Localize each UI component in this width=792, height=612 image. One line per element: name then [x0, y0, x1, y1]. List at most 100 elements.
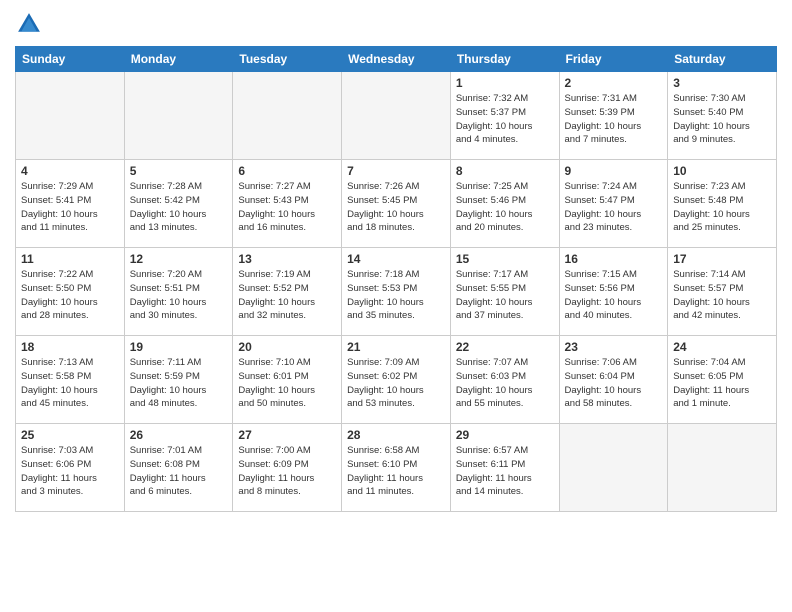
day-number: 5: [130, 164, 228, 178]
day-info: Sunrise: 7:07 AM Sunset: 6:03 PM Dayligh…: [456, 356, 554, 411]
day-info: Sunrise: 7:09 AM Sunset: 6:02 PM Dayligh…: [347, 356, 445, 411]
day-header-sunday: Sunday: [16, 47, 125, 72]
week-row-3: 11 Sunrise: 7:22 AM Sunset: 5:50 PM Dayli…: [16, 248, 777, 336]
day-cell: 17 Sunrise: 7:14 AM Sunset: 5:57 PM Dayli…: [668, 248, 777, 336]
day-info: Sunrise: 7:20 AM Sunset: 5:51 PM Dayligh…: [130, 268, 228, 323]
day-header-thursday: Thursday: [450, 47, 559, 72]
day-cell: 20 Sunrise: 7:10 AM Sunset: 6:01 PM Dayli…: [233, 336, 342, 424]
day-number: 21: [347, 340, 445, 354]
week-row-2: 4 Sunrise: 7:29 AM Sunset: 5:41 PM Daylig…: [16, 160, 777, 248]
day-info: Sunrise: 7:23 AM Sunset: 5:48 PM Dayligh…: [673, 180, 771, 235]
day-info: Sunrise: 7:17 AM Sunset: 5:55 PM Dayligh…: [456, 268, 554, 323]
day-cell: [559, 424, 668, 512]
day-info: Sunrise: 6:57 AM Sunset: 6:11 PM Dayligh…: [456, 444, 554, 499]
day-cell: 19Sunrise: 7:11 AM Sunset: 5:59 PM Dayli…: [124, 336, 233, 424]
day-cell: 13 Sunrise: 7:19 AM Sunset: 5:52 PM Dayli…: [233, 248, 342, 336]
day-header-monday: Monday: [124, 47, 233, 72]
day-cell: 4 Sunrise: 7:29 AM Sunset: 5:41 PM Daylig…: [16, 160, 125, 248]
calendar-page: SundayMondayTuesdayWednesdayThursdayFrid…: [0, 0, 792, 612]
day-cell: 8 Sunrise: 7:25 AM Sunset: 5:46 PM Daylig…: [450, 160, 559, 248]
day-info: Sunrise: 6:58 AM Sunset: 6:10 PM Dayligh…: [347, 444, 445, 499]
day-number: 16: [565, 252, 663, 266]
day-cell: 16 Sunrise: 7:15 AM Sunset: 5:56 PM Dayli…: [559, 248, 668, 336]
day-cell: 18 Sunrise: 7:13 AM Sunset: 5:58 PM Dayli…: [16, 336, 125, 424]
day-cell: [668, 424, 777, 512]
day-number: 11: [21, 252, 119, 266]
day-info: Sunrise: 7:04 AM Sunset: 6:05 PM Dayligh…: [673, 356, 771, 411]
header-row: SundayMondayTuesdayWednesdayThursdayFrid…: [16, 47, 777, 72]
day-cell: 10 Sunrise: 7:23 AM Sunset: 5:48 PM Dayli…: [668, 160, 777, 248]
day-info: Sunrise: 7:26 AM Sunset: 5:45 PM Dayligh…: [347, 180, 445, 235]
day-number: 23: [565, 340, 663, 354]
day-cell: 22 Sunrise: 7:07 AM Sunset: 6:03 PM Dayli…: [450, 336, 559, 424]
day-cell: [233, 72, 342, 160]
week-row-1: 1Sunrise: 7:32 AM Sunset: 5:37 PM Daylig…: [16, 72, 777, 160]
day-info: Sunrise: 7:22 AM Sunset: 5:50 PM Dayligh…: [21, 268, 119, 323]
week-row-4: 18 Sunrise: 7:13 AM Sunset: 5:58 PM Dayli…: [16, 336, 777, 424]
day-cell: 11 Sunrise: 7:22 AM Sunset: 5:50 PM Dayli…: [16, 248, 125, 336]
day-cell: [124, 72, 233, 160]
day-cell: 25Sunrise: 7:03 AM Sunset: 6:06 PM Dayli…: [16, 424, 125, 512]
day-info: Sunrise: 7:25 AM Sunset: 5:46 PM Dayligh…: [456, 180, 554, 235]
day-number: 24: [673, 340, 771, 354]
day-number: 27: [238, 428, 336, 442]
day-number: 12: [130, 252, 228, 266]
day-info: Sunrise: 7:27 AM Sunset: 5:43 PM Dayligh…: [238, 180, 336, 235]
day-cell: 1Sunrise: 7:32 AM Sunset: 5:37 PM Daylig…: [450, 72, 559, 160]
day-number: 7: [347, 164, 445, 178]
day-number: 13: [238, 252, 336, 266]
day-info: Sunrise: 7:19 AM Sunset: 5:52 PM Dayligh…: [238, 268, 336, 323]
day-info: Sunrise: 7:01 AM Sunset: 6:08 PM Dayligh…: [130, 444, 228, 499]
week-row-5: 25Sunrise: 7:03 AM Sunset: 6:06 PM Dayli…: [16, 424, 777, 512]
day-cell: 12 Sunrise: 7:20 AM Sunset: 5:51 PM Dayli…: [124, 248, 233, 336]
day-number: 26: [130, 428, 228, 442]
day-info: Sunrise: 7:11 AM Sunset: 5:59 PM Dayligh…: [130, 356, 228, 411]
day-header-wednesday: Wednesday: [342, 47, 451, 72]
day-number: 3: [673, 76, 771, 90]
day-number: 14: [347, 252, 445, 266]
day-cell: [342, 72, 451, 160]
calendar-table: SundayMondayTuesdayWednesdayThursdayFrid…: [15, 46, 777, 512]
day-cell: 5 Sunrise: 7:28 AM Sunset: 5:42 PM Daylig…: [124, 160, 233, 248]
day-number: 22: [456, 340, 554, 354]
logo: [15, 10, 47, 38]
day-info: Sunrise: 7:14 AM Sunset: 5:57 PM Dayligh…: [673, 268, 771, 323]
day-cell: 9 Sunrise: 7:24 AM Sunset: 5:47 PM Daylig…: [559, 160, 668, 248]
day-cell: 6Sunrise: 7:27 AM Sunset: 5:43 PM Daylig…: [233, 160, 342, 248]
day-number: 10: [673, 164, 771, 178]
day-number: 18: [21, 340, 119, 354]
day-number: 17: [673, 252, 771, 266]
day-number: 4: [21, 164, 119, 178]
day-cell: 28Sunrise: 6:58 AM Sunset: 6:10 PM Dayli…: [342, 424, 451, 512]
day-info: Sunrise: 7:31 AM Sunset: 5:39 PM Dayligh…: [565, 92, 663, 147]
day-cell: 3Sunrise: 7:30 AM Sunset: 5:40 PM Daylig…: [668, 72, 777, 160]
day-number: 15: [456, 252, 554, 266]
day-info: Sunrise: 7:29 AM Sunset: 5:41 PM Dayligh…: [21, 180, 119, 235]
day-cell: 24 Sunrise: 7:04 AM Sunset: 6:05 PM Dayli…: [668, 336, 777, 424]
day-info: Sunrise: 7:06 AM Sunset: 6:04 PM Dayligh…: [565, 356, 663, 411]
day-cell: [16, 72, 125, 160]
day-cell: 15 Sunrise: 7:17 AM Sunset: 5:55 PM Dayli…: [450, 248, 559, 336]
day-info: Sunrise: 7:28 AM Sunset: 5:42 PM Dayligh…: [130, 180, 228, 235]
day-number: 8: [456, 164, 554, 178]
day-header-tuesday: Tuesday: [233, 47, 342, 72]
day-header-saturday: Saturday: [668, 47, 777, 72]
day-info: Sunrise: 7:13 AM Sunset: 5:58 PM Dayligh…: [21, 356, 119, 411]
day-cell: 26 Sunrise: 7:01 AM Sunset: 6:08 PM Dayli…: [124, 424, 233, 512]
header: [15, 10, 777, 38]
day-header-friday: Friday: [559, 47, 668, 72]
day-cell: 29 Sunrise: 6:57 AM Sunset: 6:11 PM Dayli…: [450, 424, 559, 512]
day-info: Sunrise: 7:03 AM Sunset: 6:06 PM Dayligh…: [21, 444, 119, 499]
day-info: Sunrise: 7:24 AM Sunset: 5:47 PM Dayligh…: [565, 180, 663, 235]
day-info: Sunrise: 7:10 AM Sunset: 6:01 PM Dayligh…: [238, 356, 336, 411]
day-info: Sunrise: 7:18 AM Sunset: 5:53 PM Dayligh…: [347, 268, 445, 323]
day-number: 29: [456, 428, 554, 442]
day-cell: 7 Sunrise: 7:26 AM Sunset: 5:45 PM Daylig…: [342, 160, 451, 248]
day-cell: 23 Sunrise: 7:06 AM Sunset: 6:04 PM Dayli…: [559, 336, 668, 424]
day-info: Sunrise: 7:32 AM Sunset: 5:37 PM Dayligh…: [456, 92, 554, 147]
day-cell: 2Sunrise: 7:31 AM Sunset: 5:39 PM Daylig…: [559, 72, 668, 160]
day-info: Sunrise: 7:00 AM Sunset: 6:09 PM Dayligh…: [238, 444, 336, 499]
day-info: Sunrise: 7:15 AM Sunset: 5:56 PM Dayligh…: [565, 268, 663, 323]
day-number: 20: [238, 340, 336, 354]
day-number: 9: [565, 164, 663, 178]
